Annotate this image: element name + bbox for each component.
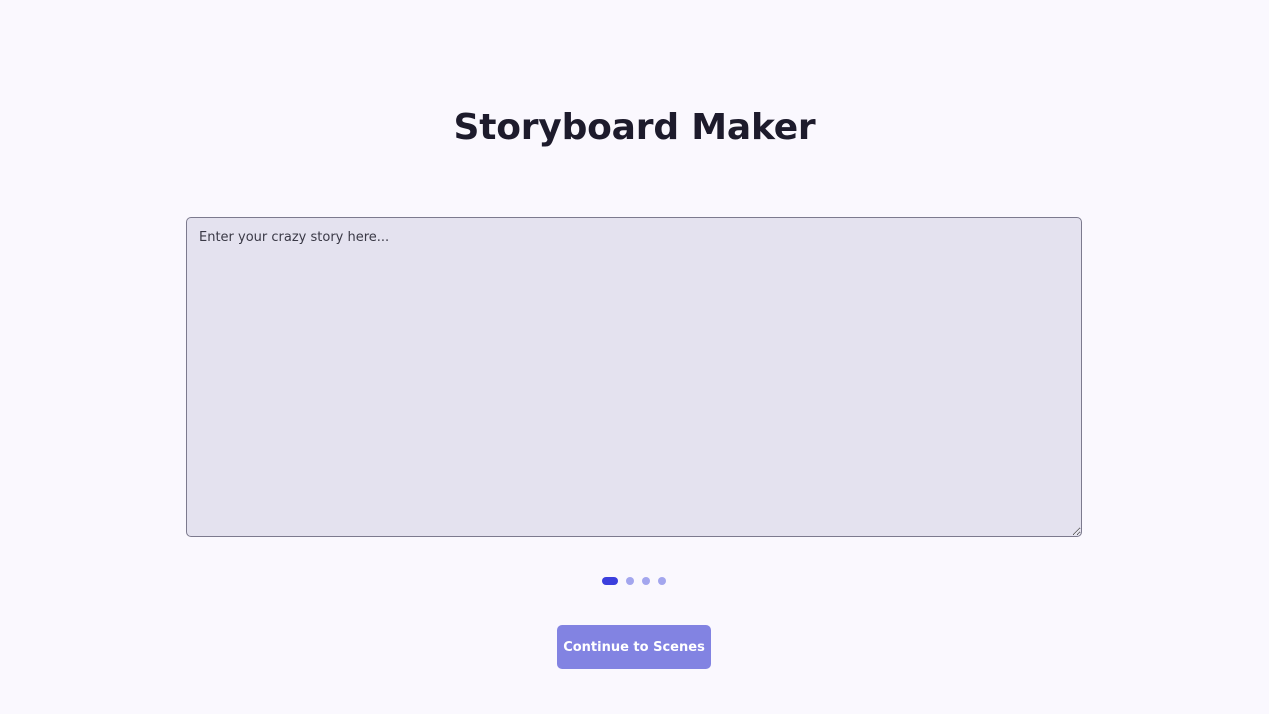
page-title: Storyboard Maker xyxy=(453,107,816,148)
storyboard-maker-page: Storyboard Maker Continue to Scenes xyxy=(0,0,1269,714)
step-indicator xyxy=(602,577,666,585)
continue-to-scenes-button[interactable]: Continue to Scenes xyxy=(557,625,711,669)
step-dot-1[interactable] xyxy=(602,577,618,585)
step-dot-2[interactable] xyxy=(626,577,634,585)
step-dot-3[interactable] xyxy=(642,577,650,585)
story-input[interactable] xyxy=(186,217,1082,537)
step-dot-4[interactable] xyxy=(658,577,666,585)
